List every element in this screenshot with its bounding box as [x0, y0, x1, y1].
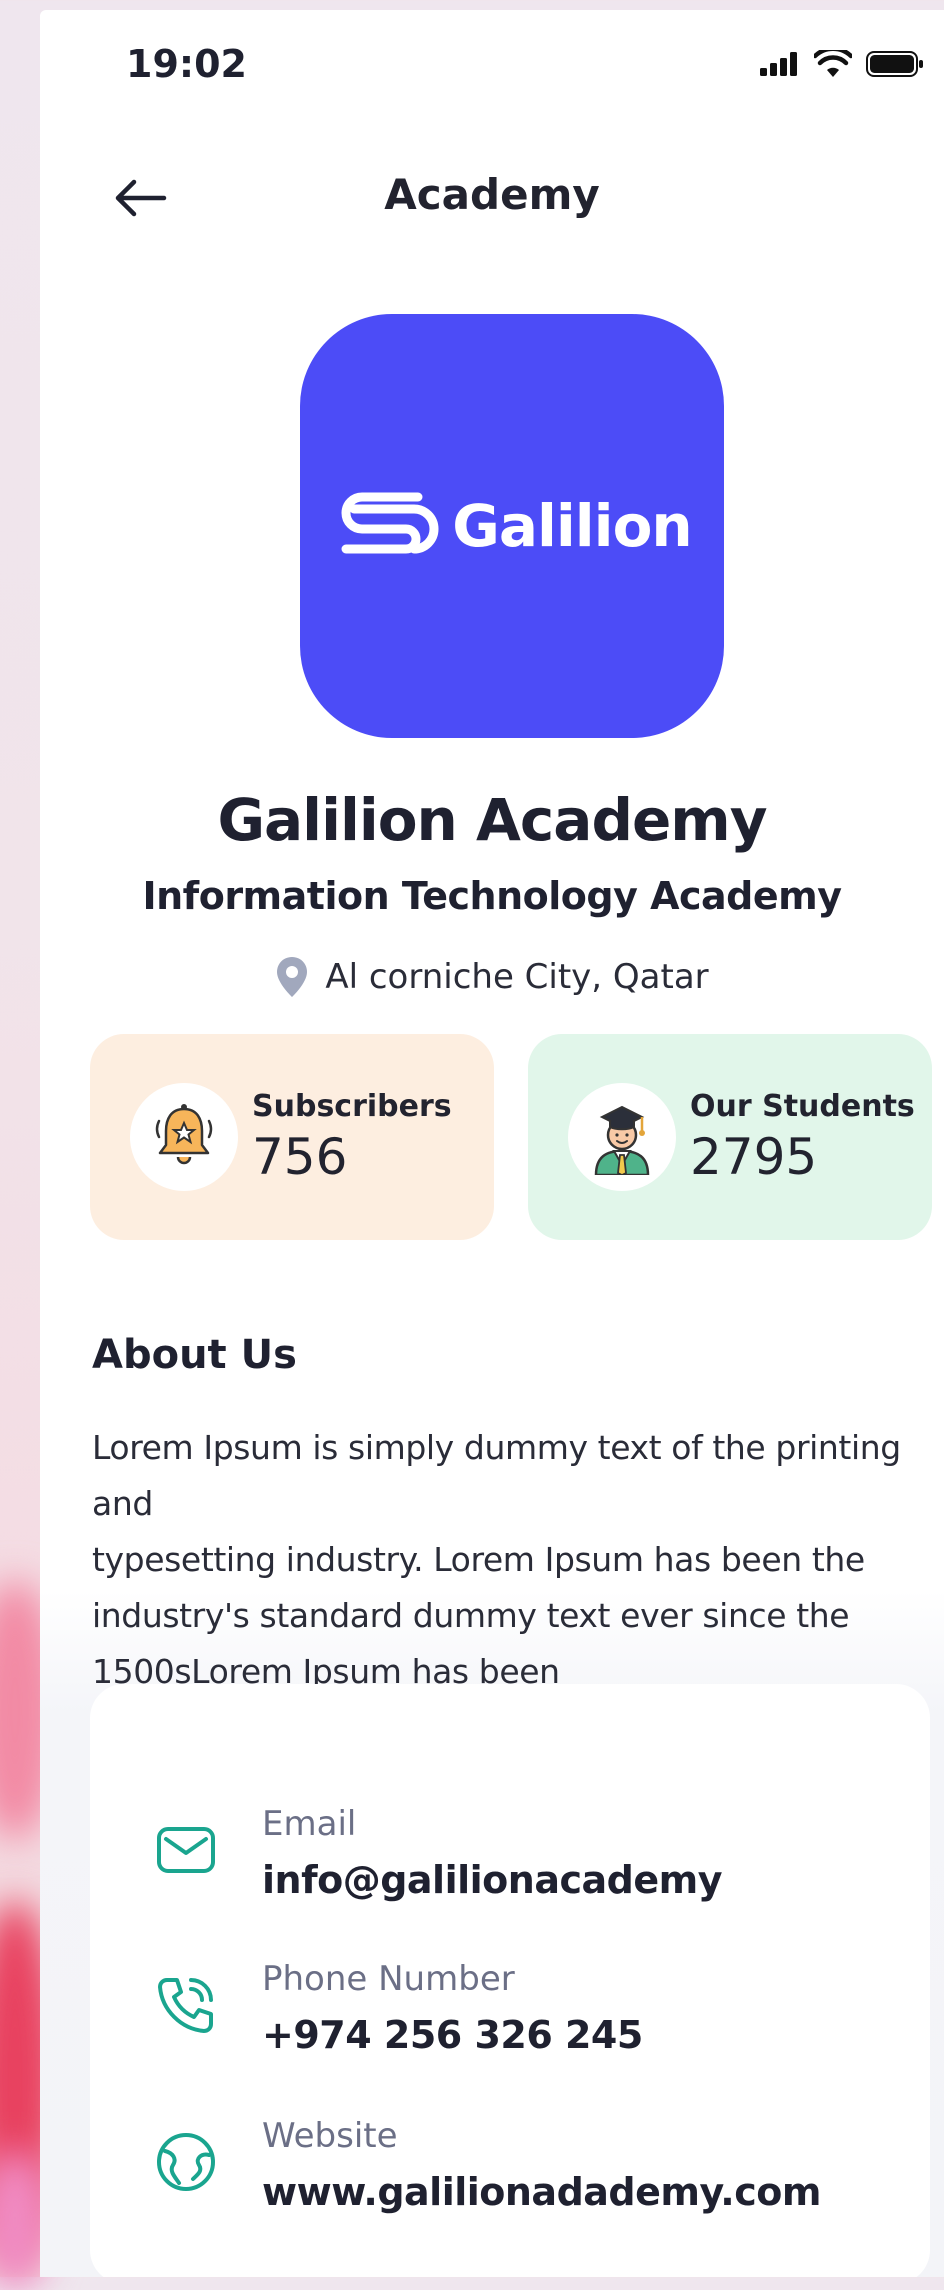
students-avatar [568, 1083, 676, 1191]
students-value: 2795 [690, 1127, 818, 1186]
contact-website[interactable]: Website www.galilionadademy.com [90, 2116, 930, 2236]
status-time: 19:02 [126, 42, 247, 86]
bell-star-icon [155, 1104, 213, 1165]
phone-icon [154, 1973, 218, 2037]
subscribers-card[interactable]: Subscribers 756 [90, 1034, 494, 1240]
subscribers-label: Subscribers [252, 1088, 452, 1124]
students-text: Our Students 2795 [690, 1089, 915, 1186]
about-line: industry's standard dummy text ever sinc… [92, 1596, 850, 1635]
page-title: Academy [384, 170, 600, 219]
contact-phone[interactable]: Phone Number +974 256 326 245 [90, 1959, 930, 2079]
academy-name: Galilion Academy [217, 786, 767, 854]
status-icons [760, 46, 924, 82]
location-pin-icon [277, 957, 308, 997]
website-label: Website [262, 2116, 398, 2156]
phone-label: Phone Number [262, 1959, 515, 1999]
location-text: Al corniche City, Qatar [325, 957, 709, 997]
signal-icon [760, 52, 800, 80]
subscribers-value: 756 [252, 1127, 348, 1186]
logo-lockup: Galilion [332, 491, 693, 561]
students-card[interactable]: Our Students 2795 [528, 1034, 932, 1240]
about-body: Lorem Ipsum is simply dummy text of the … [92, 1420, 944, 1700]
about-line: Lorem Ipsum is simply dummy text of the … [92, 1428, 901, 1523]
contact-card: Email info@galilionacademy Phone Number … [90, 1684, 930, 2277]
email-label: Email [262, 1804, 357, 1844]
wifi-icon [812, 46, 854, 82]
academy-type: Information Technology Academy [142, 874, 842, 918]
academy-logo: Galilion [300, 314, 724, 738]
website-value: www.galilionadademy.com [262, 2170, 821, 2214]
subscribers-avatar [130, 1083, 238, 1191]
top-nav: Academy [40, 160, 944, 240]
about-line: typesetting industry. Lorem Ipsum has be… [92, 1540, 865, 1579]
phone-screen: 19:02 Academy Galilion Galilion Academy … [40, 10, 944, 2277]
students-label: Our Students [690, 1088, 915, 1124]
subscribers-text: Subscribers 756 [252, 1089, 452, 1186]
battery-icon [866, 50, 924, 82]
globe-icon [154, 2130, 218, 2194]
location: Al corniche City, Qatar [40, 955, 944, 999]
about-title: About Us [92, 1332, 297, 1378]
phone-value: +974 256 326 245 [262, 2013, 643, 2057]
contact-email[interactable]: Email info@galilionacademy [90, 1804, 930, 1924]
mail-icon [154, 1818, 218, 1882]
graduate-icon [594, 1105, 650, 1175]
status-bar: 19:02 [40, 10, 944, 120]
galilion-logo-mark-icon [341, 492, 439, 554]
logo-wordmark: Galilion [452, 492, 692, 560]
email-value: info@galilionacademy [262, 1858, 722, 1902]
